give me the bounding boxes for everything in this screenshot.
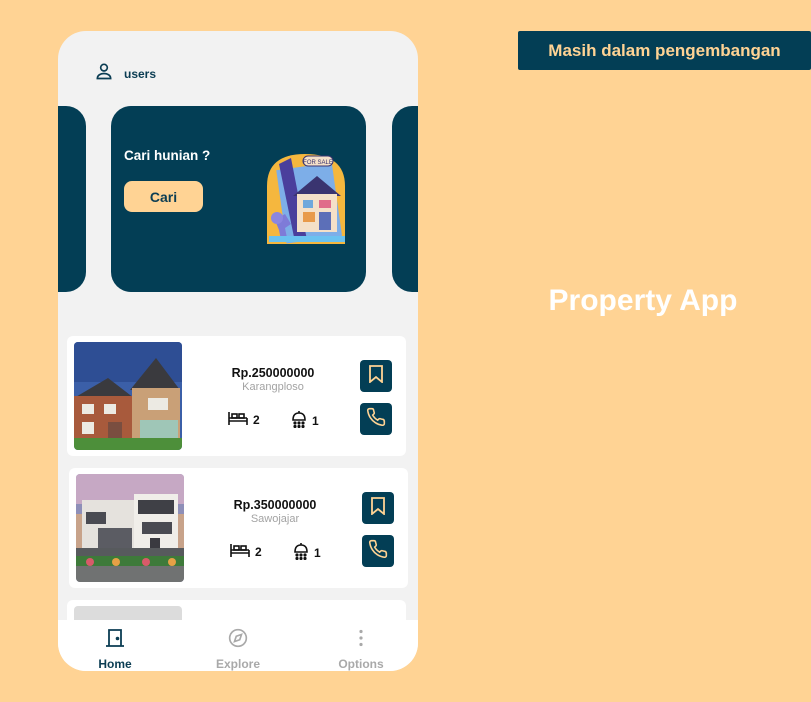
bedroom-value: 2 xyxy=(253,412,260,427)
bookmark-icon xyxy=(368,364,384,388)
bed-icon xyxy=(228,410,248,429)
shower-icon xyxy=(293,542,309,563)
bathroom-value: 1 xyxy=(312,413,319,428)
phone-icon xyxy=(366,407,386,432)
banner-card-next[interactable] xyxy=(392,106,418,292)
nav-options-label: Options xyxy=(338,657,384,671)
user-label: users xyxy=(124,66,157,81)
user-icon xyxy=(94,61,114,86)
banner-card-previous[interactable] xyxy=(58,106,86,292)
nav-options[interactable]: Options xyxy=(306,628,416,671)
shower-icon xyxy=(291,410,307,431)
user-header[interactable]: users xyxy=(94,61,156,86)
for-sale-house-illustration: FOR SALE xyxy=(261,150,351,249)
door-icon xyxy=(105,628,125,653)
bathroom-count: 1 xyxy=(293,542,321,563)
nav-home[interactable]: Home xyxy=(60,628,170,671)
phone-frame: users Cari hunian ? Cari FOR SALE Rp.250… xyxy=(58,31,418,671)
bedroom-value: 2 xyxy=(255,544,262,559)
call-button[interactable] xyxy=(362,535,394,567)
development-badge: Masih dalam pengembangan xyxy=(518,31,811,70)
phone-icon xyxy=(368,539,388,564)
more-vertical-icon xyxy=(351,628,371,653)
listing-card[interactable]: Rp.350000000 Sawojajar 2 1 xyxy=(69,468,408,588)
bathroom-count: 1 xyxy=(291,410,319,431)
search-button[interactable]: Cari xyxy=(124,181,203,212)
bedroom-count: 2 xyxy=(228,410,260,429)
bookmark-button[interactable] xyxy=(360,360,392,392)
listing-price: Rp.350000000 xyxy=(233,498,317,512)
nav-explore-label: Explore xyxy=(215,657,260,671)
listing-location: Karangploso xyxy=(242,381,304,393)
bookmark-button[interactable] xyxy=(362,492,394,524)
bedroom-count: 2 xyxy=(230,542,262,561)
listing-photo xyxy=(76,474,184,582)
app-title: Property App xyxy=(548,284,738,317)
listing-location: Sawojajar xyxy=(250,513,300,525)
bed-icon xyxy=(230,542,250,561)
listing-photo xyxy=(74,342,182,450)
listing-card[interactable]: Rp.250000000 Karangploso 2 1 xyxy=(67,336,406,456)
bathroom-value: 1 xyxy=(314,545,321,560)
for-sale-sticker: FOR SALE xyxy=(303,160,333,166)
bookmark-icon xyxy=(370,496,386,520)
banner-title: Cari hunian ? xyxy=(124,148,211,163)
compass-icon xyxy=(228,628,248,653)
call-button[interactable] xyxy=(360,403,392,435)
bottom-navigation: Home Explore Options xyxy=(58,620,418,671)
search-banner: Cari hunian ? Cari FOR SALE xyxy=(111,106,366,292)
nav-home-label: Home xyxy=(98,657,132,671)
listing-price: Rp.250000000 xyxy=(231,366,315,380)
nav-explore[interactable]: Explore xyxy=(183,628,293,671)
